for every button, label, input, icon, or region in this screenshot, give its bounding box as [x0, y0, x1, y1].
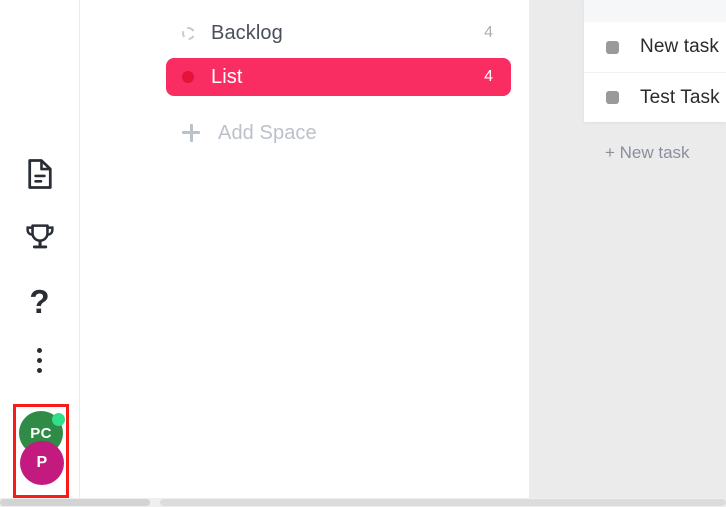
board-area: New task Test Task + New task [529, 0, 726, 498]
task-card: New task Test Task [584, 0, 726, 122]
add-space-button[interactable]: Add Space [182, 119, 317, 147]
space-row-backlog[interactable]: Backlog 4 [166, 14, 511, 52]
dashed-circle-icon [182, 26, 195, 40]
new-task-button[interactable]: + New task [584, 136, 726, 170]
space-count-backlog: 4 [484, 24, 493, 41]
space-count-list: 4 [484, 68, 493, 85]
trophy-icon[interactable] [0, 218, 79, 258]
red-dot-icon [182, 71, 194, 83]
clickup-app-window: ? PC P Backlog 4 List 4 Add Space New ta… [0, 0, 726, 507]
task-status-chip-icon[interactable] [606, 91, 619, 104]
more-options-icon[interactable] [0, 340, 79, 380]
bottom-scrollbar[interactable] [0, 498, 726, 507]
task-row[interactable]: New task [584, 22, 726, 72]
task-title: New task [640, 36, 719, 57]
help-icon[interactable]: ? [0, 281, 79, 321]
space-label-backlog: Backlog [211, 21, 283, 44]
plus-icon [182, 124, 200, 142]
add-space-label: Add Space [218, 121, 317, 144]
space-label-list: List [211, 65, 243, 88]
task-status-chip-icon[interactable] [606, 40, 619, 54]
task-title: Test Task [640, 86, 720, 108]
document-icon[interactable] [0, 154, 79, 194]
scrollbar-thumb-left[interactable] [0, 499, 150, 506]
task-row[interactable]: Test Task [584, 72, 726, 122]
presence-online-icon [52, 413, 65, 426]
spaces-panel: Backlog 4 List 4 Add Space [81, 0, 529, 498]
space-row-list[interactable]: List 4 [166, 58, 511, 96]
card-top-strip [584, 0, 726, 22]
three-dots-glyph [37, 347, 42, 373]
help-glyph: ? [29, 282, 50, 320]
scrollbar-thumb[interactable] [160, 499, 726, 506]
